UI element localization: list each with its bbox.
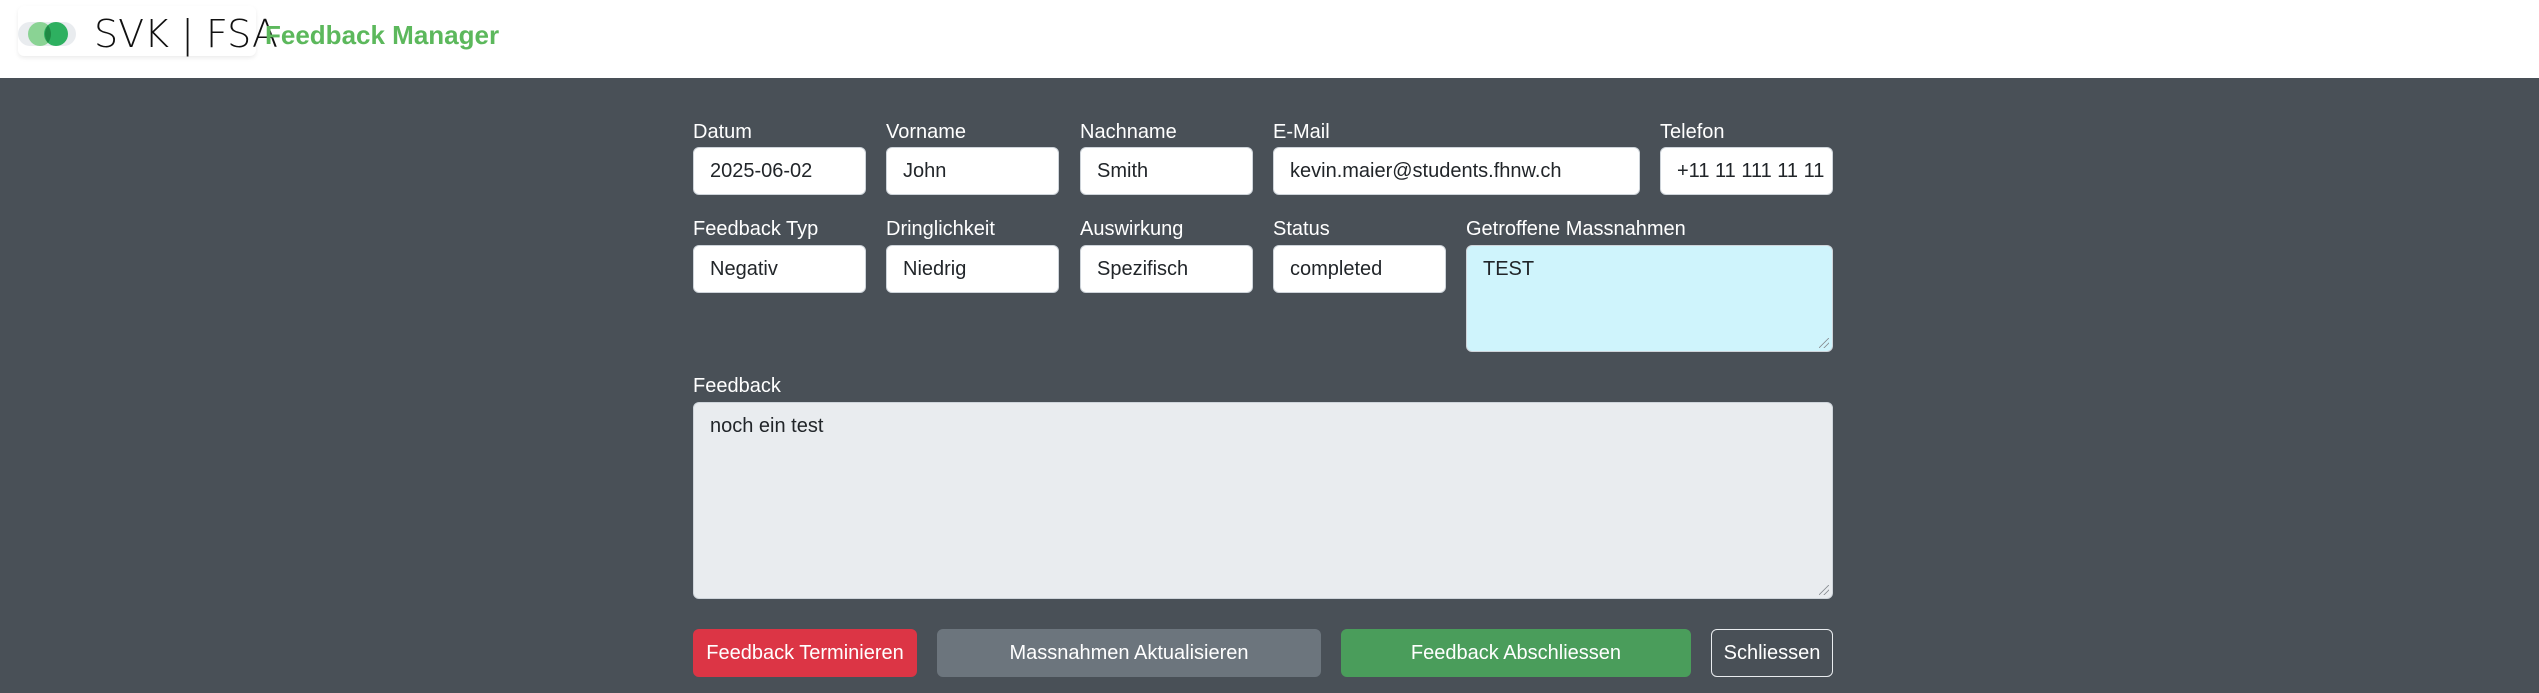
massnahmen-label: Getroffene Massnahmen [1466, 218, 1686, 240]
status-field[interactable]: completed [1273, 245, 1446, 293]
telefon-label: Telefon [1660, 121, 1725, 143]
feedback-typ-label: Feedback Typ [693, 218, 819, 240]
resize-grip-icon[interactable] [1819, 338, 1829, 348]
nachname-label: Nachname [1080, 121, 1177, 143]
navbar: SVK | FSA Feedback Manager [0, 0, 2539, 78]
close-button[interactable]: Schliessen [1711, 629, 1833, 677]
massnahmen-textarea[interactable]: TEST [1466, 245, 1833, 352]
app-title: Feedback Manager [265, 20, 500, 50]
terminate-feedback-button[interactable]: Feedback Terminieren [693, 629, 917, 677]
feedback-typ-field[interactable]: Negativ [693, 245, 866, 293]
auswirkung-field[interactable]: Spezifisch [1080, 245, 1253, 293]
vorname-label: Vorname [886, 121, 967, 143]
dringlichkeit-field[interactable]: Niedrig [886, 245, 1059, 293]
brand-logo[interactable]: SVK | FSA [18, 6, 278, 56]
brand-name: SVK | FSA [94, 12, 279, 56]
feedback-label: Feedback [693, 375, 781, 397]
email-field[interactable]: kevin.maier@students.fhnw.ch [1273, 147, 1640, 195]
telefon-field[interactable]: +11 11 111 11 11 [1660, 147, 1833, 195]
nachname-field[interactable]: Smith [1080, 147, 1253, 195]
feedback-text: noch ein test [710, 415, 824, 437]
vorname-field[interactable]: John [886, 147, 1059, 195]
auswirkung-label: Auswirkung [1080, 218, 1184, 240]
update-measures-button[interactable]: Massnahmen Aktualisieren [937, 629, 1321, 677]
datum-label: Datum [693, 121, 752, 143]
complete-feedback-button[interactable]: Feedback Abschliessen [1341, 629, 1691, 677]
status-label: Status [1273, 218, 1330, 240]
datum-field[interactable]: 2025-06-02 [693, 147, 866, 195]
feedback-textarea[interactable]: noch ein test [693, 402, 1833, 599]
resize-grip-icon[interactable] [1819, 585, 1829, 595]
dringlichkeit-label: Dringlichkeit [886, 218, 995, 240]
logo-circles-icon [18, 22, 76, 46]
email-label: E-Mail [1273, 121, 1330, 143]
massnahmen-text: TEST [1483, 258, 1535, 280]
